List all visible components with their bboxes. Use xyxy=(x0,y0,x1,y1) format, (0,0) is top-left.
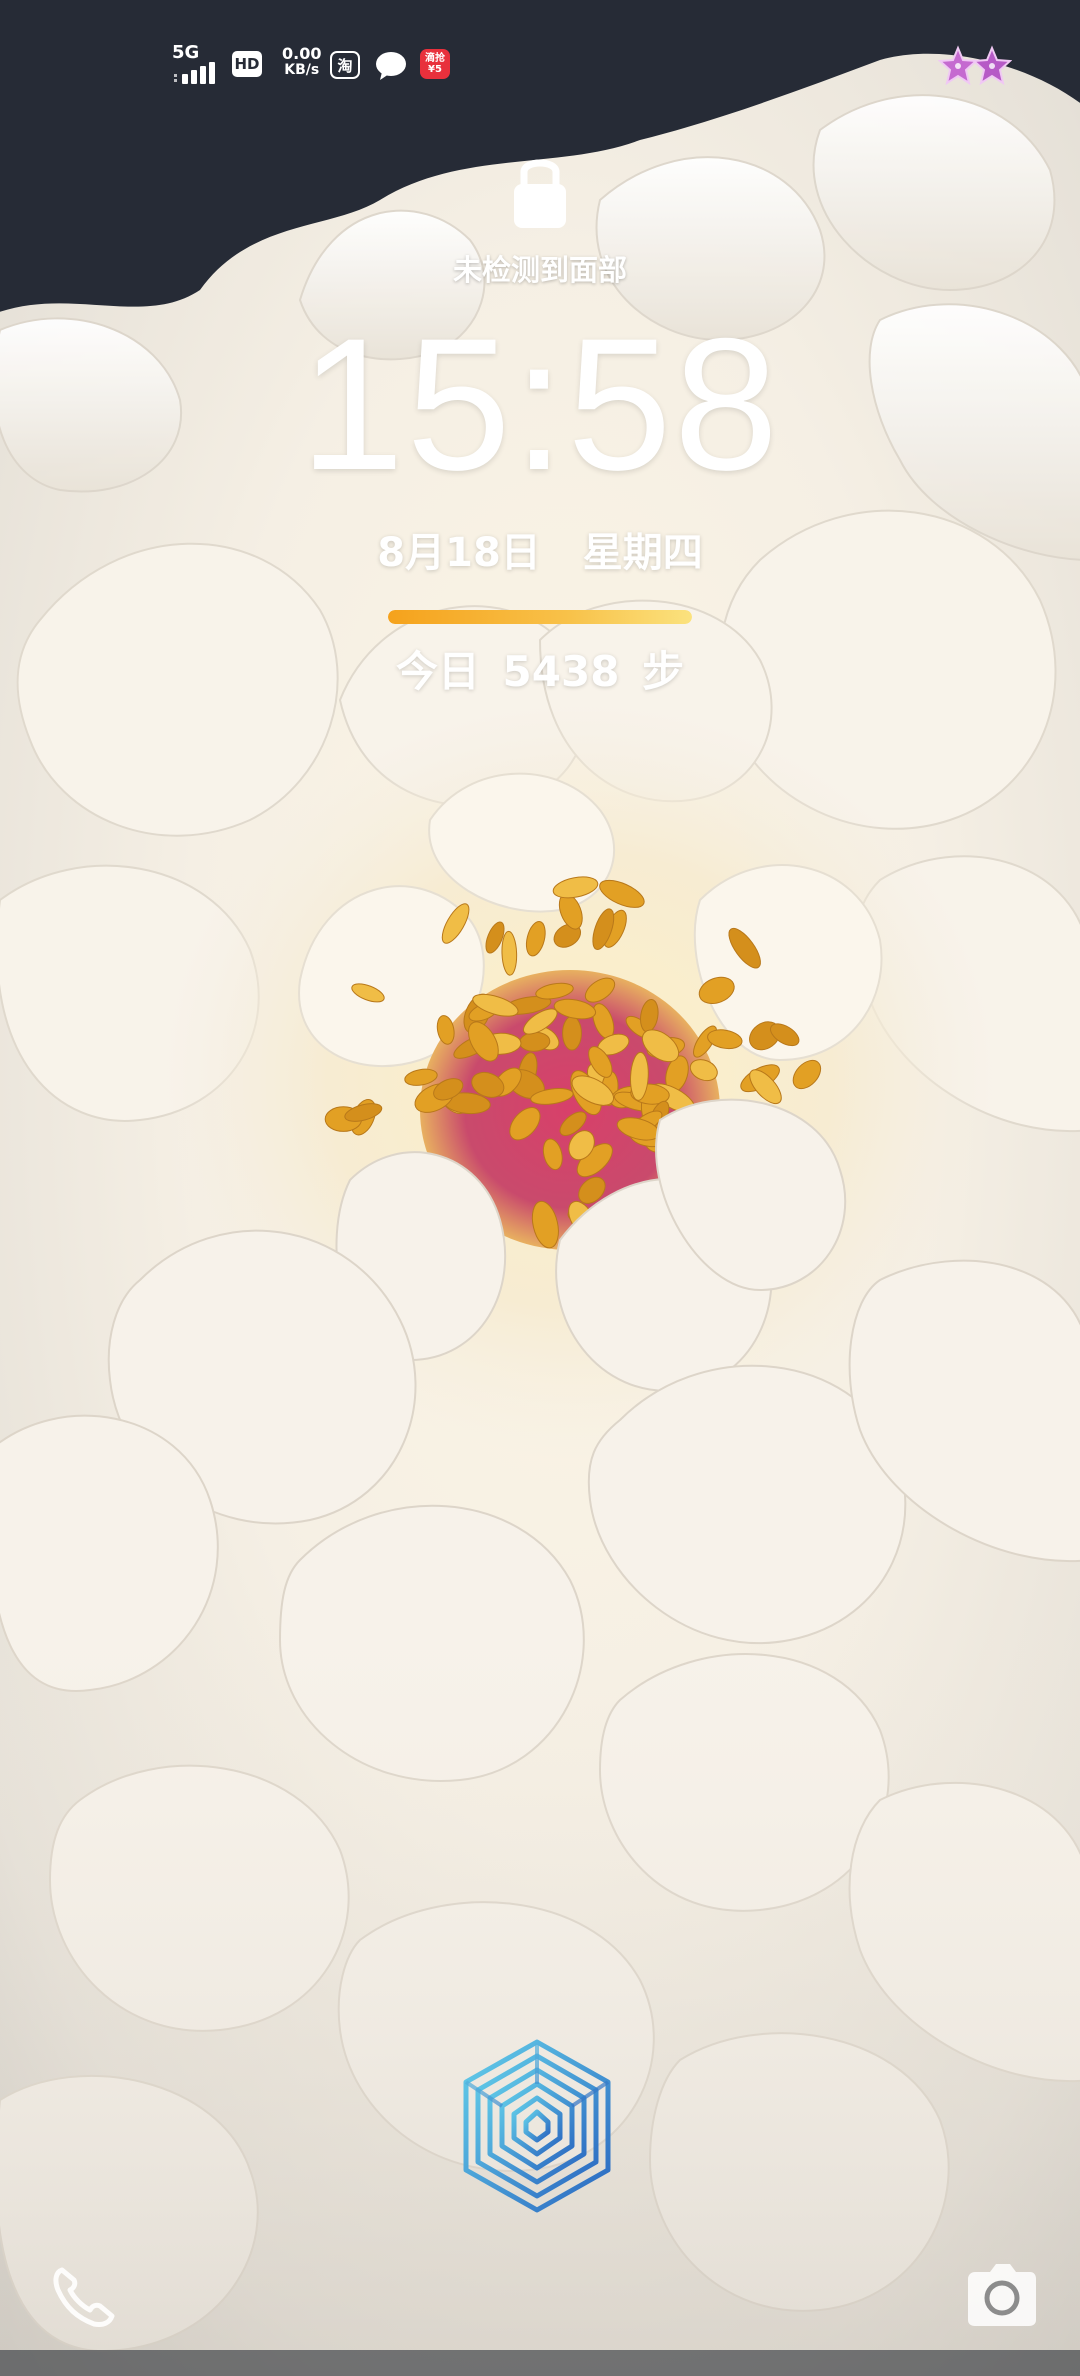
camera-icon[interactable] xyxy=(966,2258,1038,2330)
clock-time: 15:58 xyxy=(299,299,781,509)
app-notification-icon: 滴抢 ¥5 xyxy=(420,49,450,79)
status-bar: 5G HD 0.00 KB/s 淘 滴抢 ¥5 xyxy=(0,40,1080,90)
date-row: 8月18日 星期四 xyxy=(0,520,1080,578)
network-speed-value: 0.00 xyxy=(282,44,322,63)
phone-icon[interactable] xyxy=(48,2260,118,2330)
steps-progress-fill xyxy=(388,610,692,624)
steps-count: 5438 xyxy=(502,647,620,696)
taobao-notification-icon: 淘 xyxy=(330,51,360,79)
stamen xyxy=(562,1015,582,1051)
lock-icon xyxy=(514,159,566,228)
steps-row: 今日 5438 步 xyxy=(0,638,1080,699)
date-text: 8月18日 xyxy=(377,530,541,576)
hd-voice-badge: HD xyxy=(232,51,262,77)
network-speed-unit: KB/s xyxy=(284,62,320,78)
steps-unit: 步 xyxy=(642,647,685,696)
steps-prefix: 今日 xyxy=(395,647,480,696)
steps-progress-bar xyxy=(388,610,692,624)
network-speed: 0.00 KB/s xyxy=(282,44,322,79)
signal-bars-icon xyxy=(174,62,215,84)
star-sticker-icon xyxy=(938,45,1012,86)
fingerprint-icon[interactable] xyxy=(458,2036,616,2216)
weekday-text: 星期四 xyxy=(582,530,703,576)
face-unlock-status: 未检测到面部 xyxy=(452,253,627,287)
lock-screen: 5G HD 0.00 KB/s 淘 滴抢 ¥5 未检测到面部 15:58 8月1… xyxy=(0,0,1080,2376)
message-bubble-icon xyxy=(376,52,406,80)
